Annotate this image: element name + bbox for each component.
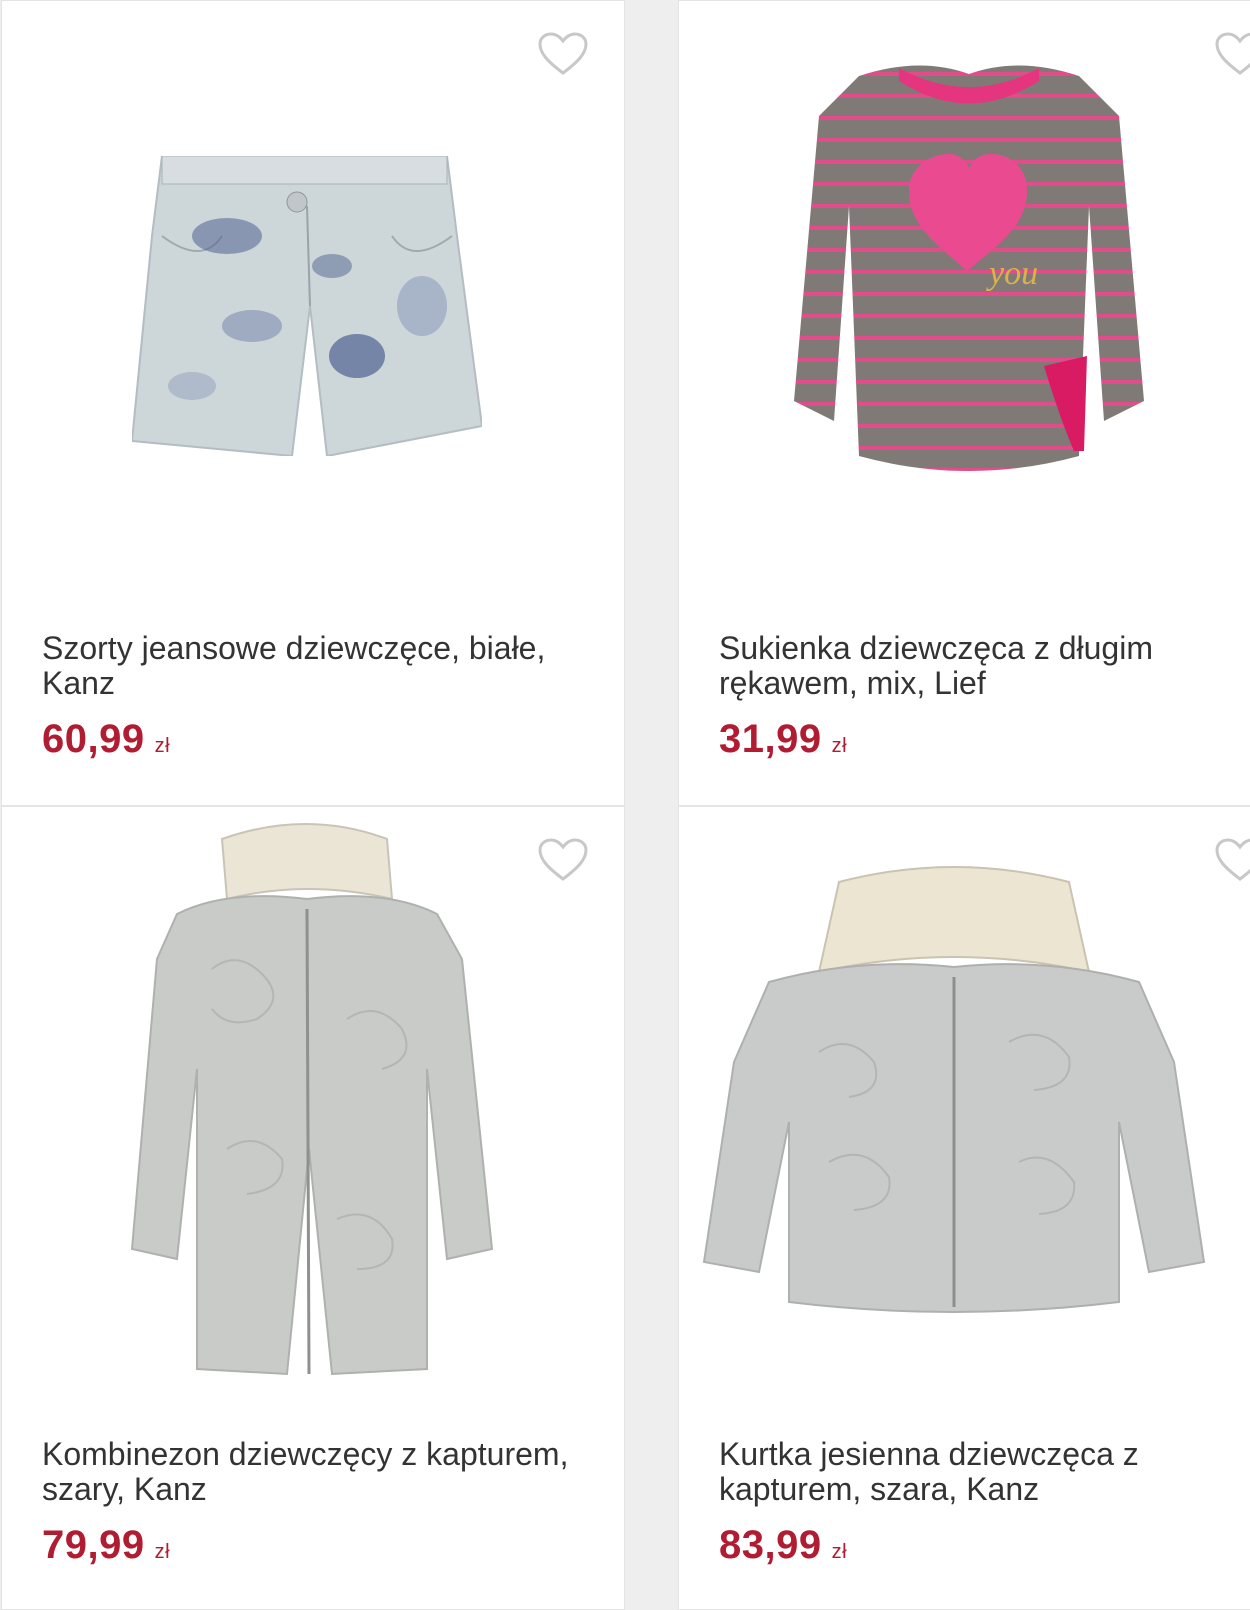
favorite-button[interactable]	[537, 31, 589, 77]
price-currency: zł	[831, 1541, 848, 1563]
favorite-button[interactable]	[537, 837, 589, 883]
product-title[interactable]: Kombinezon dziewczęcy z kapturem, szary,…	[42, 1437, 582, 1507]
price-value: 31,99	[719, 717, 822, 761]
product-image[interactable]	[2, 807, 602, 1407]
heart-outline-icon	[538, 838, 588, 881]
price-value: 60,99	[42, 717, 145, 761]
product-image[interactable]	[679, 807, 1250, 1407]
product-image[interactable]	[2, 1, 602, 601]
favorite-button[interactable]	[1214, 31, 1250, 77]
product-image[interactable]: you	[679, 1, 1250, 601]
product-price: 79,99 zł	[42, 1523, 170, 1568]
product-price: 83,99 zł	[719, 1523, 847, 1568]
hooded-jumpsuit-image	[130, 823, 494, 1376]
product-price: 31,99 zł	[719, 717, 847, 762]
price-value: 83,99	[719, 1523, 822, 1567]
striped-dress-image: you	[794, 65, 1144, 471]
product-grid: Szorty jeansowe dziewczęce, białe, Kanz …	[0, 0, 1250, 1610]
hooded-jacket-image	[702, 866, 1206, 1313]
price-currency: zł	[154, 1541, 171, 1563]
product-title[interactable]: Kurtka jesienna dziewczęca z kapturem, s…	[719, 1437, 1250, 1507]
product-price: 60,99 zł	[42, 717, 170, 762]
heart-outline-icon	[538, 32, 588, 75]
favorite-button[interactable]	[1214, 837, 1250, 883]
price-currency: zł	[831, 735, 848, 757]
heart-outline-icon	[1215, 32, 1250, 75]
product-card[interactable]: Kurtka jesienna dziewczęca z kapturem, s…	[678, 806, 1250, 1610]
product-card[interactable]: you Sukienka dziewczęca z długim rękawem…	[678, 0, 1250, 806]
product-card[interactable]: Szorty jeansowe dziewczęce, białe, Kanz …	[1, 0, 625, 806]
denim-shorts-image	[132, 156, 482, 456]
heart-outline-icon	[1215, 838, 1250, 881]
price-currency: zł	[154, 735, 171, 757]
product-title[interactable]: Sukienka dziewczęca z długim rękawem, mi…	[719, 631, 1250, 701]
price-value: 79,99	[42, 1523, 145, 1567]
product-card[interactable]: Kombinezon dziewczęcy z kapturem, szary,…	[1, 806, 625, 1610]
svg-text:you: you	[986, 255, 1038, 292]
product-title[interactable]: Szorty jeansowe dziewczęce, białe, Kanz	[42, 631, 582, 701]
